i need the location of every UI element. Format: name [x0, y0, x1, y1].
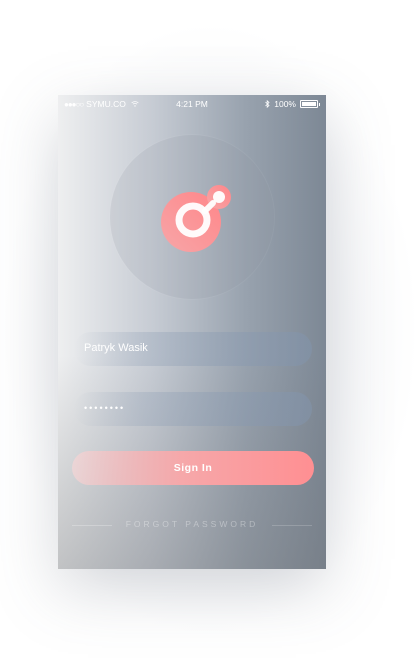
battery-percent: 100%	[274, 99, 296, 109]
password-value: ••••••••	[84, 403, 126, 413]
phone-screen: ●●●○○ SYMU.CO 4:21 PM 100% Patryk Wasik …	[58, 95, 326, 569]
username-field[interactable]: Patryk Wasik	[74, 332, 312, 366]
username-value: Patryk Wasik	[84, 342, 148, 354]
sign-in-button[interactable]: Sign In	[72, 451, 314, 485]
forgot-password-row: FORGOT PASSWORD	[58, 519, 326, 531]
divider-right	[272, 525, 312, 526]
status-bar: ●●●○○ SYMU.CO 4:21 PM 100%	[58, 95, 326, 111]
status-right: 100%	[265, 99, 320, 109]
forgot-password-link[interactable]: FORGOT PASSWORD	[58, 519, 326, 529]
battery-tip	[319, 102, 320, 106]
bluetooth-icon	[265, 100, 270, 108]
logo-icon	[161, 185, 231, 252]
password-field[interactable]: ••••••••	[74, 392, 312, 426]
sign-in-label: Sign In	[173, 462, 213, 474]
battery-icon	[300, 100, 318, 108]
